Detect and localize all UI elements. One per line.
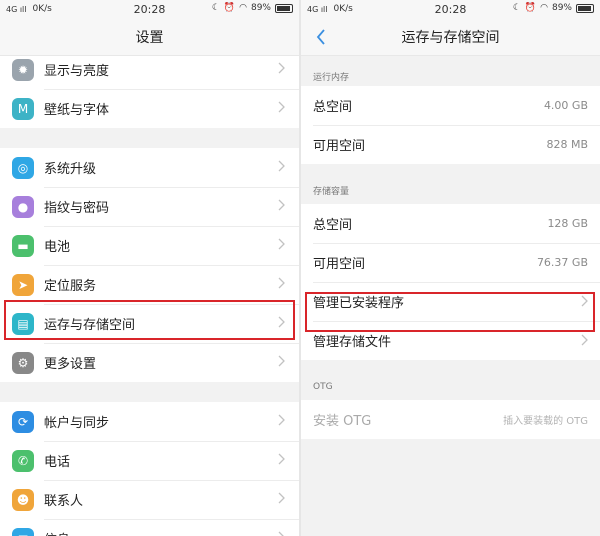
sidebar-item-battery[interactable]: ▬ 电池 [0,226,299,265]
sidebar-item-phone[interactable]: ✆ 电话 [0,441,299,480]
manage-files-row[interactable]: 管理存储文件 [301,321,600,360]
sidebar-item-label: 信息 [44,529,70,536]
sidebar-item-location[interactable]: ➤ 定位服务 [0,265,299,304]
chevron-right-icon [278,101,285,113]
settings-group: ⟳ 帐户与同步 ✆ 电话 ☻ 联系人 ✉ 信息 [0,402,299,536]
storage-total-label: 总空间 [313,218,353,233]
chevron-right-icon [278,531,284,536]
chevron-left-icon [316,29,325,45]
section-header-ram: 运行内存 [313,73,350,83]
status-right: ☾ ⏰ ◠ 89% [212,3,293,13]
sidebar-item-wallpaper[interactable]: M 壁纸与字体 [0,89,299,128]
chevron-right-icon [278,160,285,172]
sidebar-item-label: 定位服务 [44,279,97,294]
system-update-icon: ◎ [12,156,34,179]
storage-total-value: 128 GB [547,217,588,230]
messages-icon: ✉ [12,527,34,536]
chevron-right-icon [278,238,285,250]
battery-icon [275,3,293,13]
chevron-right-icon [278,414,285,426]
moon-icon: ☾ [211,3,220,13]
section-header-storage: 存储容量 [313,187,350,197]
storage-free-value: 76.37 GB [536,256,588,269]
account-sync-icon: ⟳ [12,410,34,433]
settings-group: ◎ 系统升级 ● 指纹与密码 ▬ 电池 ➤ 定位服务 ▤ 运存与存储空间 ⚙ 更多设置 [0,148,299,382]
section-header-otg: OTG [313,382,333,392]
storage-total-row: 总空间 128 GB [301,204,600,243]
contacts-icon: ☻ [12,488,34,511]
fingerprint-icon: ● [12,195,34,218]
chevron-right-icon [278,277,285,289]
sidebar-item-label: 帐户与同步 [44,416,110,431]
settings-list: ✹ 显示与亮度 M 壁纸与字体 ◎ 系统升级 ● 指纹与密码 ▬ 电池 ➤ 定位服务 ▤ 运存与存储空间 ⚙… [0,50,299,536]
manage-apps-row[interactable]: 管理已安装程序 [301,282,600,321]
chevron-right-icon [581,334,588,346]
storage-panel: 4G ıll 0K/s 20:28 ☾ ⏰ ◠ 89% 运存与存储空间 运行内存… [301,0,600,536]
install-otg-hint: 插入要装载的 OTG [503,416,588,427]
sidebar-item-messages[interactable]: ✉ 信息 [0,519,299,536]
sidebar-item-label: 壁纸与字体 [44,103,110,118]
install-otg-row: 安装 OTG 插入要装载的 OTG [301,400,600,439]
ram-total-label: 总空间 [313,100,353,115]
sidebar-item-system-update[interactable]: ◎ 系统升级 [0,148,299,187]
storage-icon: ▤ [12,312,34,335]
page-title-text: 设置 [135,29,164,46]
phone-icon: ✆ [12,449,34,472]
chevron-right-icon [278,355,285,367]
status-bar: 4G ıll 0K/s 20:28 ☾ ⏰ ◠ 89% [0,0,299,18]
sidebar-item-label: 电池 [44,240,71,255]
sidebar-item-label: 运存与存储空间 [44,318,136,333]
settings-panel: 4G ıll 0K/s 20:28 ☾ ⏰ ◠ 89% 设置 ✹ 显示与亮度 M 壁纸… [0,0,299,536]
sidebar-item-label: 联系人 [44,494,84,509]
more-settings-icon: ⚙ [12,351,34,374]
ram-total-row: 总空间 4.00 GB [301,86,600,125]
battery-percent: 89% [250,3,271,13]
moon-icon: ☾ [512,3,521,13]
ram-free-value: 828 MB [546,138,588,151]
manage-apps-label: 管理已安装程序 [313,296,405,311]
chevron-right-icon [278,492,285,504]
chevron-right-icon [278,316,285,328]
manage-files-label: 管理存储文件 [313,335,392,350]
battery-icon [576,3,594,13]
wifi-icon: ◠ [239,3,247,13]
sidebar-item-contacts[interactable]: ☻ 联系人 [0,480,299,519]
ram-total-value: 4.00 GB [543,99,588,112]
sidebar-item-more-settings[interactable]: ⚙ 更多设置 [0,343,299,382]
install-otg-label: 安装 OTG [313,414,372,429]
storage-free-row: 可用空间 76.37 GB [301,243,600,282]
ram-free-row: 可用空间 828 MB [301,125,600,164]
storage-free-label: 可用空间 [313,257,366,272]
location-icon: ➤ [12,273,34,296]
wallpaper-icon: M [12,97,34,120]
chevron-right-icon [278,62,285,74]
display-icon: ✹ [12,58,34,81]
page-title-right: 运存与存储空间 [301,18,600,56]
status-bar-right: 4G ıll 0K/s 20:28 ☾ ⏰ ◠ 89% [301,0,600,18]
sidebar-item-fingerprint[interactable]: ● 指纹与密码 [0,187,299,226]
settings-group: ✹ 显示与亮度 M 壁纸与字体 [0,50,299,128]
sidebar-item-label: 更多设置 [44,357,97,372]
ram-free-label: 可用空间 [313,139,366,154]
sidebar-item-label: 系统升级 [44,162,97,177]
sidebar-item-label: 指纹与密码 [44,201,110,216]
chevron-right-icon [278,453,285,465]
alarm-icon: ⏰ [524,3,537,13]
battery-icon: ▬ [12,234,34,257]
sidebar-item-label: 显示与亮度 [44,64,110,79]
sidebar-item-label: 电话 [44,455,71,470]
chevron-right-icon [581,295,588,307]
sidebar-item-storage[interactable]: ▤ 运存与存储空间 [0,304,299,343]
chevron-right-icon [278,199,285,211]
sidebar-item-display[interactable]: ✹ 显示与亮度 [0,50,299,89]
back-button[interactable] [311,26,331,48]
wifi-icon: ◠ [540,3,548,13]
battery-percent-right: 89% [551,3,572,13]
alarm-icon: ⏰ [223,3,236,13]
status-right-icons: ☾ ⏰ ◠ 89% [513,3,594,13]
page-title-text-right: 运存与存储空间 [401,29,500,46]
sidebar-item-account-sync[interactable]: ⟳ 帐户与同步 [0,402,299,441]
